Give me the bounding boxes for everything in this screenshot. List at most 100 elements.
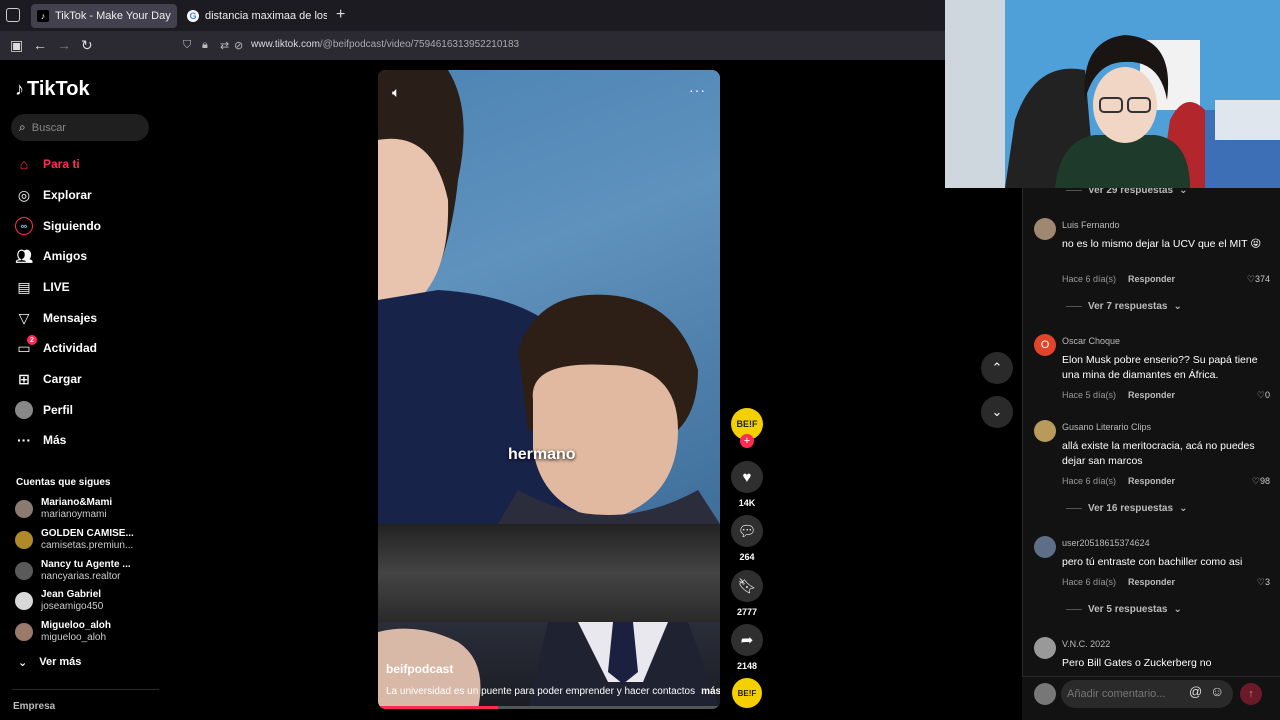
reload-button[interactable]: ↻ bbox=[81, 37, 93, 54]
account-name: Migueloo_aloh bbox=[41, 620, 111, 631]
send-comment-button[interactable]: ↑ bbox=[1240, 683, 1262, 705]
sidebar-item-label: Mensajes bbox=[43, 311, 98, 325]
sidebar-item-label: Más bbox=[43, 433, 67, 447]
previous-video-button[interactable]: ⌃ bbox=[981, 352, 1013, 384]
view-replies-button[interactable]: Ver 29 respuestas ⌄ bbox=[1066, 188, 1187, 196]
reply-button[interactable]: Responder bbox=[1128, 476, 1175, 487]
heart-icon: ♥ bbox=[731, 461, 763, 493]
see-more-button[interactable]: ⌄ Ver más bbox=[18, 656, 81, 669]
save-button[interactable]: 🔖︎ 2777 bbox=[731, 570, 763, 617]
reply-button[interactable]: Responder bbox=[1128, 577, 1175, 588]
next-video-button[interactable]: ⌄ bbox=[981, 396, 1013, 428]
comment-like-button[interactable]: ♡0 bbox=[1257, 390, 1270, 401]
shield-icon[interactable]: ⛉ bbox=[183, 39, 191, 52]
mention-icon[interactable]: @ bbox=[1189, 684, 1202, 699]
comment-user[interactable]: Gusano Literario Clips bbox=[1062, 422, 1151, 432]
volume-icon[interactable]: 🔈︎ bbox=[392, 84, 400, 101]
sidebar-item-siguiendo[interactable]: ∞ Siguiendo bbox=[15, 217, 101, 235]
expand-description-button[interactable]: más bbox=[701, 686, 720, 697]
sidebar-item-mensajes[interactable]: ▽ Mensajes bbox=[15, 309, 97, 327]
account-user: joseamigo450 bbox=[41, 601, 104, 612]
reply-button[interactable]: Responder bbox=[1128, 274, 1175, 285]
lock-icon[interactable]: 🔒︎ bbox=[202, 39, 208, 52]
followed-account[interactable]: Nancy tu Agente ... nancyarias.realtor bbox=[15, 559, 131, 583]
comment-composer: Añadir comentario... @ ☺ ↑ bbox=[1022, 676, 1280, 720]
view-replies-label: Ver 5 respuestas bbox=[1088, 604, 1168, 615]
comments-panel: Ver 29 respuestas ⌄ Luis Fernando no es l… bbox=[1022, 188, 1280, 720]
sidebar-item-cargar[interactable]: ⊞ Cargar bbox=[15, 370, 82, 388]
avatar[interactable] bbox=[1034, 218, 1056, 240]
reply-button[interactable]: Responder bbox=[1128, 390, 1175, 401]
footer-link[interactable]: Empresa bbox=[13, 701, 55, 712]
followed-account[interactable]: Migueloo_aloh migueloo_aloh bbox=[15, 620, 111, 644]
view-replies-button[interactable]: Ver 5 respuestas ⌄ bbox=[1066, 604, 1182, 615]
sidebar-item-perfil[interactable]: Perfil bbox=[15, 401, 73, 419]
permissions-icon[interactable]: ⇄ bbox=[220, 39, 229, 52]
tiktok-logo[interactable]: ♪ TikTok bbox=[15, 78, 90, 101]
comment-user[interactable]: user20518615374624 bbox=[1062, 538, 1150, 548]
comment-text: Pero Bill Gates o Zuckerberg no bbox=[1062, 657, 1212, 669]
comment-like-button[interactable]: ♡98 bbox=[1252, 476, 1270, 487]
new-tab-button[interactable]: + bbox=[336, 6, 345, 24]
comment-like-button[interactable]: ♡3 bbox=[1257, 577, 1270, 588]
share-button[interactable]: ➦ 2148 bbox=[731, 624, 763, 671]
account-name: GOLDEN CAMISE... bbox=[41, 528, 134, 539]
sidebar-item-amigos[interactable]: 👥︎ Amigos bbox=[15, 247, 87, 265]
share-icon: ➦ bbox=[731, 624, 763, 656]
sidebar-item-explorar[interactable]: ◎ Explorar bbox=[15, 186, 92, 204]
followed-account[interactable]: GOLDEN CAMISE... camisetas.premiun... bbox=[15, 528, 134, 552]
comment-input[interactable]: Añadir comentario... bbox=[1061, 680, 1233, 708]
account-user: nancyarias.realtor bbox=[41, 571, 121, 582]
video-author[interactable]: beifpodcast bbox=[386, 662, 453, 676]
comment-button[interactable]: 💬︎ 264 bbox=[731, 515, 763, 562]
comment-like-count: 98 bbox=[1259, 476, 1270, 486]
comment-meta: Hace 6 día(s) Responder ♡374 bbox=[1062, 274, 1270, 285]
view-replies-button[interactable]: Ver 16 respuestas ⌄ bbox=[1066, 503, 1187, 514]
avatar[interactable]: O bbox=[1034, 334, 1056, 356]
sidebar-toggle-icon[interactable]: ▣ bbox=[10, 37, 23, 54]
like-button[interactable]: ♥ 14K bbox=[731, 461, 763, 508]
tab-tiktok[interactable]: ♪ TikTok - Make Your Day ✕ bbox=[31, 4, 177, 28]
search-icon: ⌕ bbox=[19, 120, 26, 134]
webcam-overlay bbox=[945, 0, 1280, 188]
sidebar-item-label: Perfil bbox=[43, 403, 74, 417]
follow-plus-icon[interactable]: + bbox=[740, 434, 754, 448]
address-bar[interactable]: www.tiktok.com/@beifpodcast/video/759461… bbox=[251, 39, 519, 50]
followed-account[interactable]: Mariano&Mami marianoymami bbox=[15, 497, 112, 521]
webcam-feed bbox=[945, 0, 1280, 188]
avatar bbox=[15, 500, 33, 518]
avatar[interactable] bbox=[1034, 637, 1056, 659]
search-input[interactable]: ⌕ Buscar bbox=[11, 114, 149, 141]
music-disc-icon[interactable]: BE!F bbox=[732, 678, 762, 708]
sidebar-item-para-ti[interactable]: ⌂ Para ti bbox=[15, 155, 80, 173]
sidebar-item-actividad[interactable]: ▭ 2 Actividad bbox=[15, 335, 98, 357]
avatar[interactable] bbox=[1034, 420, 1056, 442]
sidebar-item-label: Actividad bbox=[43, 341, 98, 355]
divider bbox=[1066, 190, 1082, 191]
video-progress-bar[interactable] bbox=[378, 706, 720, 709]
sidebar-item-live[interactable]: ▤ LIVE bbox=[15, 278, 69, 296]
url-path: /@beifpodcast/video/7594616313952210183 bbox=[319, 39, 520, 50]
emoji-icon[interactable]: ☺ bbox=[1210, 683, 1224, 699]
tab-google[interactable]: G distancia maximaa de los misile ✕ bbox=[181, 4, 327, 28]
account-user: marianoymami bbox=[41, 509, 107, 520]
comment-user[interactable]: Oscar Choque bbox=[1062, 336, 1120, 346]
comment-like-button[interactable]: ♡374 bbox=[1247, 274, 1270, 285]
tab-overview-icon[interactable] bbox=[6, 8, 20, 22]
forward-button[interactable]: → bbox=[57, 37, 71, 53]
comment-text: pero tú entraste con bachiller como asi bbox=[1062, 556, 1243, 568]
view-replies-label: Ver 7 respuestas bbox=[1088, 301, 1168, 312]
comment-user[interactable]: V.N.C. 2022 bbox=[1062, 639, 1110, 649]
sidebar-item-mas[interactable]: ··· Más bbox=[15, 431, 66, 449]
video-player[interactable]: 🔈︎ ··· hermano beifpodcast La universida… bbox=[378, 70, 720, 709]
autoplay-blocked-icon[interactable]: ⊘ bbox=[234, 39, 243, 52]
comment-user[interactable]: Luis Fernando bbox=[1062, 220, 1120, 230]
following-section-title: Cuentas que sigues bbox=[16, 477, 111, 488]
back-button[interactable]: ← bbox=[33, 37, 47, 53]
followed-account[interactable]: Jean Gabriel joseamigo450 bbox=[15, 589, 103, 613]
view-replies-button[interactable]: Ver 7 respuestas ⌄ bbox=[1066, 301, 1182, 312]
avatar[interactable] bbox=[1034, 536, 1056, 558]
more-options-icon[interactable]: ··· bbox=[689, 82, 706, 98]
heart-outline-icon: ♡ bbox=[1246, 274, 1255, 284]
comment-text: allá existe la meritocracia, acá no pued… bbox=[1062, 440, 1255, 467]
